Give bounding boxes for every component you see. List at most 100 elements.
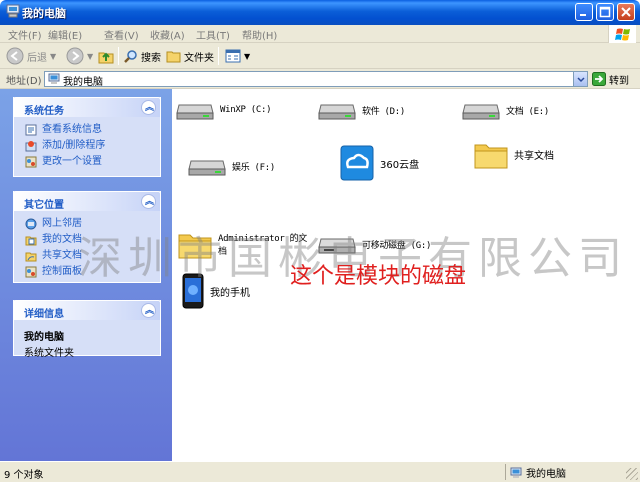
details-panel: 详细信息 ︽ 我的电脑 系统文件夹	[13, 300, 161, 359]
my-documents-icon	[25, 236, 37, 246]
administrator-documents[interactable]: Administrator 的文档	[178, 229, 308, 259]
menu-tools[interactable]: 工具(T)	[196, 27, 230, 42]
item-label: 共享文档	[514, 150, 554, 162]
place-label: 控制面板	[42, 266, 82, 277]
collapse-button[interactable]: ︽	[141, 303, 156, 318]
drive-c[interactable]: WinXP (C:)	[176, 99, 271, 121]
resize-grip[interactable]	[626, 468, 638, 480]
chevron-up-icon: ︽	[145, 103, 155, 113]
folders-label: 文件夹	[184, 52, 214, 64]
cloud-drive-icon	[340, 145, 374, 181]
place-label: 我的文档	[42, 234, 82, 245]
control-panel-icon	[25, 156, 37, 168]
address-input[interactable]: 我的电脑	[44, 71, 588, 88]
shared-documents[interactable]: 共享文档	[474, 139, 554, 169]
panel-title: 系统任务	[24, 106, 64, 117]
panel-title: 详细信息	[24, 309, 64, 320]
go-arrow-icon	[592, 72, 606, 86]
menu-favorites[interactable]: 收藏(A)	[150, 27, 185, 42]
item-label: 可移动磁盘 (G:)	[362, 240, 432, 251]
windows-flag-icon	[615, 28, 630, 41]
hard-drive-icon	[176, 104, 214, 120]
system-info-icon	[25, 124, 37, 136]
shared-folder-icon	[25, 252, 37, 262]
drive-f[interactable]: 娱乐 (F:)	[188, 155, 275, 177]
maximize-icon	[599, 6, 611, 18]
panel-title: 其它位置	[24, 200, 64, 211]
search-button[interactable]: 搜索	[123, 47, 161, 65]
search-label: 搜索	[141, 52, 161, 64]
detail-name: 我的电脑	[24, 332, 64, 343]
phone-icon	[182, 273, 204, 309]
go-label: 转到	[609, 75, 629, 87]
item-label: 我的手机	[210, 287, 250, 299]
address-bar: 地址(D) 我的电脑 转到	[0, 69, 640, 89]
detail-type: 系统文件夹	[24, 348, 74, 359]
annotation-text: 这个是模块的磁盘	[290, 264, 467, 289]
drive-d[interactable]: 软件 (D:)	[318, 99, 405, 121]
folder-icon	[166, 51, 181, 63]
minimize-button[interactable]	[575, 3, 593, 21]
other-places-header[interactable]: 其它位置 ︽	[13, 191, 161, 211]
views-button[interactable]: ▼	[225, 47, 250, 65]
item-label: 文档 (E:)	[506, 106, 549, 117]
forward-arrow-icon	[66, 47, 84, 65]
task-view-system-info[interactable]: 查看系统信息	[14, 122, 160, 138]
my-computer-icon	[48, 73, 60, 84]
maximize-button[interactable]	[596, 3, 614, 21]
menu-file[interactable]: 文件(F)	[8, 27, 42, 42]
item-label: 360云盘	[380, 159, 420, 171]
system-tasks-panel: 系统任务 ︽ 查看系统信息 添加/删除程序 更改一个设置	[13, 97, 161, 177]
hard-drive-icon	[318, 104, 356, 120]
forward-button[interactable]: ▼	[66, 47, 93, 65]
removable-drive-g[interactable]: 可移动磁盘 (G:)	[318, 233, 431, 255]
back-label: 后退	[27, 52, 47, 64]
up-folder-button[interactable]	[98, 47, 114, 65]
hard-drive-icon	[462, 104, 500, 120]
chevron-down-icon: ▼	[50, 51, 57, 61]
place-network[interactable]: 网上邻居	[14, 216, 160, 232]
menu-bar: 文件(F) 编辑(E) 查看(V) 收藏(A) 工具(T) 帮助(H)	[0, 25, 640, 43]
window-title: 我的电脑	[22, 7, 66, 20]
item-label: 娱乐 (F:)	[232, 162, 275, 173]
address-value: 我的电脑	[63, 77, 103, 88]
network-places-icon	[25, 218, 37, 230]
other-places-panel: 其它位置 ︽ 网上邻居 我的文档 共享文档 控制面板	[13, 191, 161, 283]
object-count: 9 个对象	[4, 470, 44, 481]
close-button[interactable]	[617, 3, 635, 21]
menu-edit[interactable]: 编辑(E)	[48, 27, 82, 42]
place-shared-documents[interactable]: 共享文档	[14, 248, 160, 264]
details-header[interactable]: 详细信息 ︽	[13, 300, 161, 320]
hard-drive-icon	[188, 160, 226, 176]
chevron-down-icon: ▼	[87, 51, 94, 61]
place-label: 共享文档	[42, 250, 82, 261]
back-button[interactable]: 后退 ▼	[6, 47, 56, 65]
task-add-remove-programs[interactable]: 添加/删除程序	[14, 138, 160, 154]
my-computer-icon	[510, 467, 522, 478]
status-location: 我的电脑	[510, 465, 566, 480]
title-bar: 我的电脑	[0, 0, 640, 25]
removable-drive-icon	[318, 238, 356, 254]
system-tasks-header[interactable]: 系统任务 ︽	[13, 97, 161, 117]
place-label: 网上邻居	[42, 218, 82, 229]
task-change-setting[interactable]: 更改一个设置	[14, 154, 160, 170]
menu-help[interactable]: 帮助(H)	[242, 27, 277, 42]
control-panel-icon	[25, 266, 37, 278]
search-icon	[124, 49, 137, 63]
close-icon	[621, 7, 631, 17]
my-phone[interactable]: 我的手机	[182, 273, 250, 309]
collapse-button[interactable]: ︽	[141, 100, 156, 115]
go-button[interactable]: 转到	[592, 71, 629, 87]
item-label: 软件 (D:)	[362, 106, 405, 117]
address-label: 地址(D)	[6, 76, 42, 87]
folders-button[interactable]: 文件夹	[166, 47, 214, 65]
place-control-panel[interactable]: 控制面板	[14, 264, 160, 280]
collapse-button[interactable]: ︽	[141, 194, 156, 209]
address-dropdown-button[interactable]	[573, 72, 587, 86]
status-location-label: 我的电脑	[526, 469, 566, 480]
drive-e[interactable]: 文档 (E:)	[462, 99, 549, 121]
item-label: WinXP (C:)	[220, 105, 272, 115]
menu-view[interactable]: 查看(V)	[104, 27, 139, 42]
place-my-documents[interactable]: 我的文档	[14, 232, 160, 248]
cloud-drive-360[interactable]: 360云盘	[340, 145, 419, 181]
